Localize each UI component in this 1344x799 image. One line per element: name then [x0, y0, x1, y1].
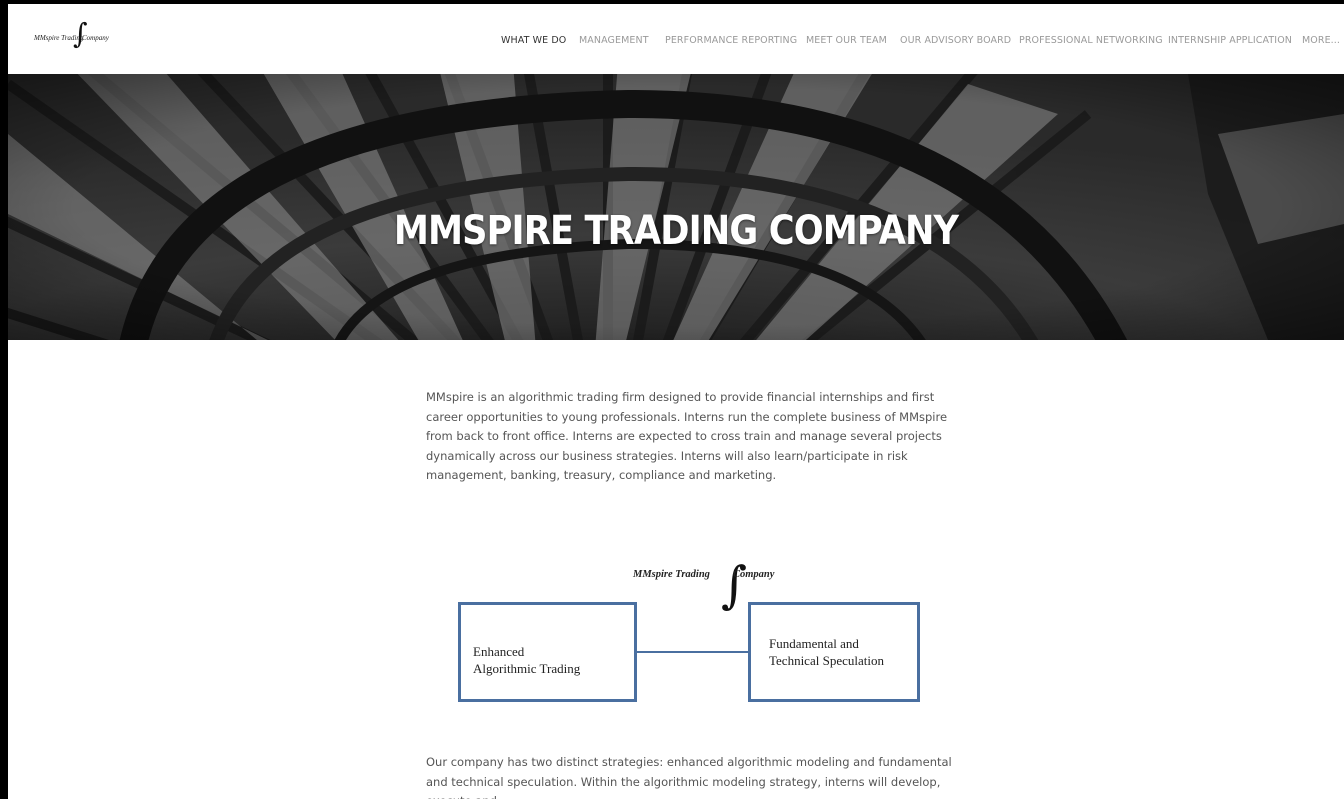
nav-item-internship-application[interactable]: INTERNSHIP APPLICATION	[1168, 35, 1292, 46]
strategy-box-speculation-label: Fundamental and Technical Speculation	[769, 636, 884, 668]
nav-item-more[interactable]: MORE...	[1302, 35, 1340, 46]
nav-item-what-we-do[interactable]: WHAT WE DO	[501, 35, 566, 46]
strategy-diagram: MMspire Trading ∫ Company Enhanced Algor…	[458, 556, 922, 704]
strategies-paragraph: Our company has two distinct strategies:…	[426, 755, 952, 799]
nav-item-professional-networking[interactable]: PROFESSIONAL NETWORKING	[1019, 35, 1163, 46]
intro-section: MMspire is an algorithmic trading firm d…	[426, 388, 956, 486]
diagram-connector-line	[635, 651, 750, 653]
top-navigation-bar: MMspire Trading ∫ Company WHAT WE DO MAN…	[8, 4, 1344, 74]
strategy-box-speculation: Fundamental and Technical Speculation	[748, 602, 920, 702]
spiral-staircase-image	[8, 74, 1344, 340]
diagram-logo-text-left: MMspire Trading	[633, 569, 710, 580]
main-menu: WHAT WE DO MANAGEMENT PERFORMANCE REPORT…	[8, 35, 1344, 51]
strategies-section: Our company has two distinct strategies:…	[426, 753, 956, 799]
page: MMspire Trading ∫ Company WHAT WE DO MAN…	[0, 0, 1344, 799]
hero-title: MMSPIRE TRADING COMPANY	[393, 208, 959, 254]
diagram-integral-icon: ∫	[721, 556, 748, 614]
intro-paragraph: MMspire is an algorithmic trading firm d…	[426, 390, 948, 482]
strategy-box-algorithmic-label: Enhanced Algorithmic Trading	[473, 644, 581, 676]
strategy-box-algorithmic: Enhanced Algorithmic Trading	[458, 602, 637, 702]
nav-item-advisory-board[interactable]: OUR ADVISORY BOARD	[900, 35, 1011, 46]
hero-banner: MMSPIRE TRADING COMPANY	[8, 74, 1344, 340]
nav-item-performance-reporting[interactable]: PERFORMANCE REPORTING	[665, 35, 797, 46]
nav-item-management[interactable]: MANAGEMENT	[579, 35, 649, 46]
nav-item-meet-our-team[interactable]: MEET OUR TEAM	[806, 35, 887, 46]
diagram-logo-text-right: Company	[733, 569, 775, 580]
